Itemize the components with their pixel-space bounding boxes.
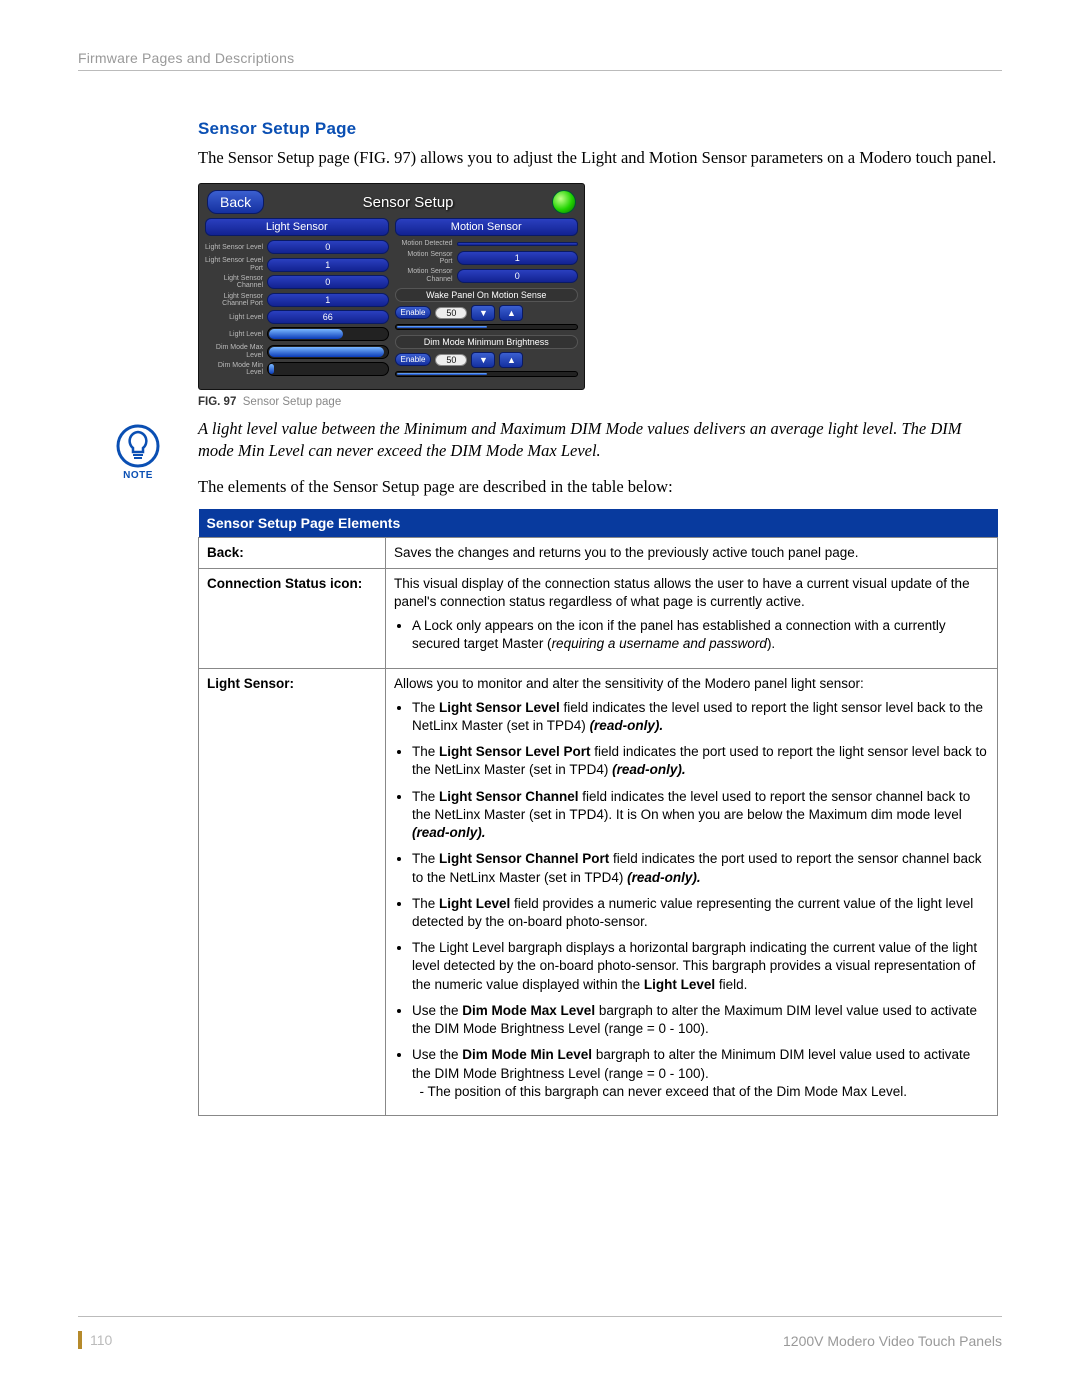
wake-value: 50 <box>435 307 467 319</box>
row-val-back: Saves the changes and returns you to the… <box>386 537 998 568</box>
row-key-conn: Connection Status icon: <box>199 568 386 668</box>
light-sensor-channel-field: 0 <box>267 275 389 289</box>
back-button[interactable]: Back <box>207 190 264 214</box>
note-label: NOTE <box>123 470 153 481</box>
figure-caption: FIG. 97 Sensor Setup page <box>198 396 598 408</box>
row-val-light: Allows you to monitor and alter the sens… <box>386 668 998 1115</box>
light-level-field: 66 <box>267 310 389 324</box>
figure-97: Back Sensor Setup Light Sensor Motion Se… <box>198 183 598 407</box>
running-header: Firmware Pages and Descriptions <box>78 50 1002 66</box>
dim-mode-max-bargraph[interactable] <box>267 345 389 359</box>
dim-bargraph[interactable] <box>395 371 579 377</box>
panel-title: Sensor Setup <box>264 194 552 211</box>
light-sensor-column: Light Sensor Level0 Light Sensor Level P… <box>205 240 389 376</box>
motion-sensor-port-field: 1 <box>457 251 579 265</box>
wake-panel-header: Wake Panel On Motion Sense <box>395 288 579 302</box>
light-sensor-level-port-field: 1 <box>267 258 389 272</box>
light-sensor-channel-port-field: 1 <box>267 293 389 307</box>
dim-value: 50 <box>435 354 467 366</box>
wake-enable-button[interactable]: Enable <box>395 306 432 319</box>
intro-paragraph: The Sensor Setup page (FIG. 97) allows y… <box>198 147 998 169</box>
motion-sensor-channel-field: 0 <box>457 269 579 283</box>
lightbulb-icon <box>116 424 160 468</box>
light-sensor-level-field: 0 <box>267 240 389 254</box>
lead-out: The elements of the Sensor Setup page ar… <box>198 476 998 498</box>
dim-mode-min-bargraph[interactable] <box>267 362 389 376</box>
elements-table: Sensor Setup Page Elements Back: Saves t… <box>198 509 998 1116</box>
sensor-setup-panel: Back Sensor Setup Light Sensor Motion Se… <box>198 183 585 389</box>
row-val-conn: This visual display of the connection st… <box>386 568 998 668</box>
page-number: 110 <box>78 1331 112 1349</box>
table-row: Connection Status icon: This visual disp… <box>199 568 998 668</box>
light-level-bargraph[interactable] <box>267 327 389 341</box>
wake-bargraph[interactable] <box>395 324 579 330</box>
wake-decrement-button[interactable]: ▼ <box>471 305 495 321</box>
dim-min-brightness-header: Dim Mode Minimum Brightness <box>395 335 579 349</box>
light-sensor-header: Light Sensor <box>205 218 389 236</box>
table-row: Back: Saves the changes and returns you … <box>199 537 998 568</box>
motion-detected-field <box>457 242 579 246</box>
dim-increment-button[interactable]: ▲ <box>499 352 523 368</box>
row-key-light: Light Sensor: <box>199 668 386 1115</box>
row-key-back: Back: <box>199 537 386 568</box>
connection-status-icon <box>552 190 576 214</box>
dim-enable-button[interactable]: Enable <box>395 353 432 366</box>
motion-sensor-column: Motion Detected Motion Sensor Port1 Moti… <box>395 240 579 376</box>
wake-increment-button[interactable]: ▲ <box>499 305 523 321</box>
header-rule <box>78 70 1002 71</box>
motion-sensor-header: Motion Sensor <box>395 218 579 236</box>
note-text: A light level value between the Minimum … <box>198 418 998 463</box>
footer-text: 1200V Modero Video Touch Panels <box>783 1333 1002 1349</box>
table-title: Sensor Setup Page Elements <box>199 509 998 538</box>
table-row: Light Sensor: Allows you to monitor and … <box>199 668 998 1115</box>
footer-rule <box>78 1316 1002 1317</box>
section-title: Sensor Setup Page <box>198 119 998 139</box>
dim-decrement-button[interactable]: ▼ <box>471 352 495 368</box>
note-icon: NOTE <box>78 418 198 481</box>
